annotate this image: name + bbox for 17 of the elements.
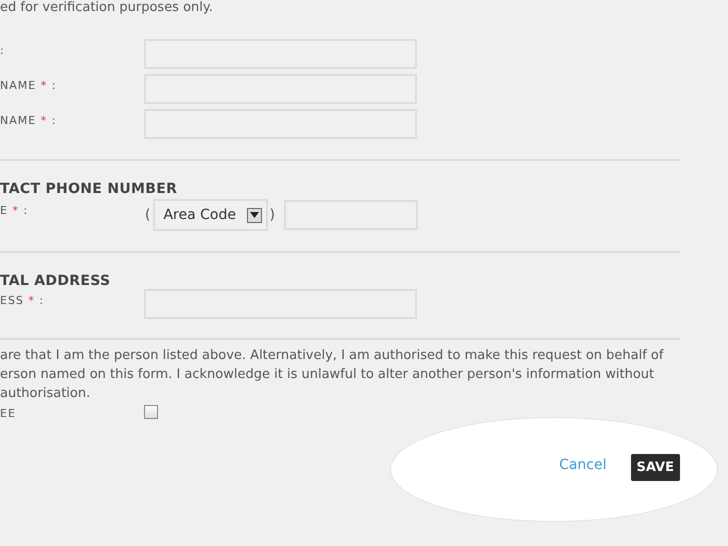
field-label: NAME * : (0, 114, 56, 127)
field-label: E * : (0, 204, 28, 217)
area-code-select[interactable]: Area Code (153, 199, 268, 231)
agree-label: EE (0, 407, 16, 420)
declaration-text: are that I am the person listed above. Alternatively, I am authorised to make this request on behalf of (0, 347, 665, 365)
paren: ( (145, 207, 150, 223)
save-button[interactable]: SAVE (630, 454, 680, 480)
declaration-text: erson named on this form. I acknowledge it is unlawful to alter another person's information without (0, 366, 656, 384)
paren: ) (269, 207, 275, 223)
field-label: ESS * : (0, 294, 44, 307)
intro-text: ed for verification purposes only. (0, 0, 214, 15)
section-heading: TACT PHONE NUMBER (0, 181, 178, 197)
field-label: NAME * : (0, 79, 56, 92)
field-label: : (0, 44, 5, 57)
section-heading: TAL ADDRESS (0, 273, 112, 289)
declaration-text: authorisation. (0, 385, 92, 403)
agree-checkbox[interactable] (144, 405, 158, 419)
